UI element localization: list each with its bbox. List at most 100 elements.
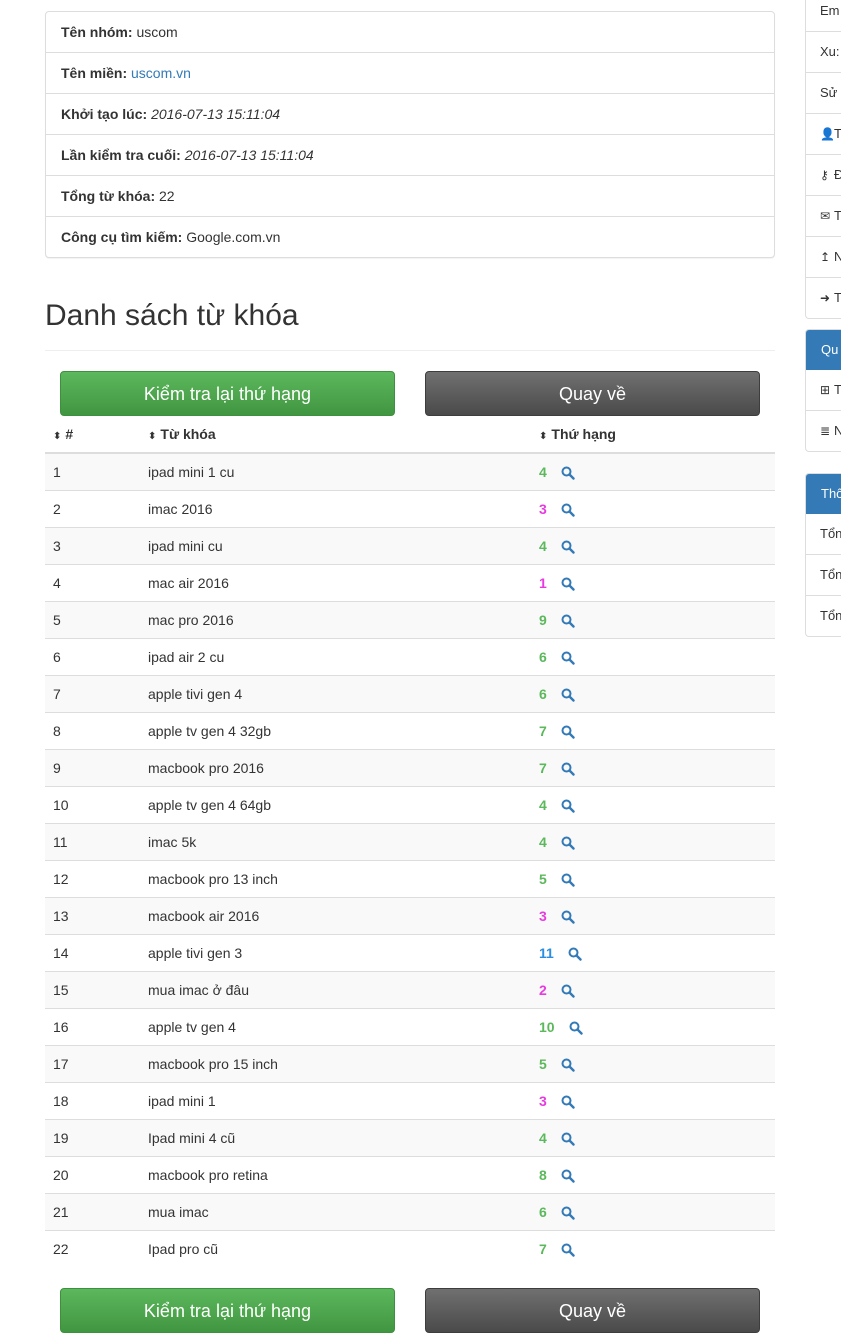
key-icon: ⚷ [820,168,829,182]
header-number-label: # [65,426,74,442]
search-icon[interactable] [561,984,575,998]
account-panel: EmXu:Sử d👤T⚷Đ✉T↥N➜T [805,0,841,319]
back-button-top[interactable]: Quay về [425,371,760,416]
rank-value: 4 [539,1129,547,1146]
info-row-group: Tên nhóm: uscom [46,12,774,52]
group-info-panel: Tên nhóm: uscom Tên miền: uscom.vn Khởi … [45,11,775,258]
user-icon: 👤 [820,127,835,141]
info-row-total: Tổng từ khóa: 22 [46,175,774,216]
row-number: 14 [45,934,140,972]
sidebar-item[interactable]: 👤T [806,113,841,154]
info-row-lastcheck: Lần kiểm tra cuối: 2016-07-13 15:11:04 [46,134,774,175]
row-number: 16 [45,1008,140,1046]
sort-icon: ⬍ [148,431,157,442]
search-icon[interactable] [561,651,575,665]
page-title: Danh sách từ khóa [45,299,299,332]
row-rank-cell: 1 [531,564,775,602]
row-keyword: apple tivi gen 3 [140,934,531,972]
search-icon[interactable] [561,725,575,739]
search-icon[interactable] [561,1095,575,1109]
search-icon[interactable] [568,947,582,961]
sidebar-item[interactable]: Sử d [806,72,841,113]
search-icon[interactable] [561,1169,575,1183]
row-keyword: mac pro 2016 [140,601,531,639]
row-rank-cell: 8 [531,1156,775,1194]
sidebar-item[interactable]: ➜T [806,277,841,318]
sidebar-item[interactable]: Xu: [806,31,841,72]
sign-out-icon: ➜ [820,291,831,305]
sort-icon: ⬍ [53,431,62,442]
domain-link[interactable]: uscom.vn [131,65,191,81]
search-icon[interactable] [561,910,575,924]
sidebar-item[interactable]: ✉T [806,195,841,236]
row-keyword: ipad mini 1 [140,1082,531,1120]
search-icon[interactable] [561,873,575,887]
search-icon[interactable] [561,1206,575,1220]
table-row: 16 apple tv gen 4 10 [45,1008,775,1046]
row-number: 21 [45,1193,140,1231]
search-icon[interactable] [561,1132,575,1146]
lastcheck-value: 2016-07-13 15:11:04 [184,147,314,163]
row-keyword: ipad air 2 cu [140,638,531,676]
search-icon[interactable] [561,577,575,591]
search-icon[interactable] [561,836,575,850]
sidebar-item[interactable]: Tổn [806,595,841,636]
search-icon[interactable] [561,1243,575,1257]
row-rank-cell: 3 [531,897,775,935]
row-number: 13 [45,897,140,935]
recheck-rank-button-bottom[interactable]: Kiểm tra lại thứ hạng [60,1288,395,1333]
header-rank[interactable]: ⬍ Thứ hạng [531,416,775,454]
row-number: 12 [45,860,140,898]
sidebar-item[interactable]: Em [806,0,841,31]
row-number: 1 [45,452,140,491]
total-label: Tổng từ khóa: [61,188,156,204]
search-icon[interactable] [561,799,575,813]
table-row: 10 apple tv gen 4 64gb 4 [45,786,775,824]
search-icon[interactable] [561,503,575,517]
header-keyword[interactable]: ⬍ Từ khóa [140,416,531,454]
search-icon[interactable] [561,762,575,776]
row-rank-cell: 11 [531,934,775,972]
search-icon[interactable] [561,540,575,554]
manage-items: ⊞T≣N [806,370,841,451]
table-header-row: ⬍ # ⬍ Từ khóa ⬍ Thứ hạng [45,416,775,454]
row-rank-cell: 6 [531,675,775,713]
back-button-bottom[interactable]: Quay về [425,1288,760,1333]
stats-panel: Thô Tổn Tổn Tổn [805,473,841,637]
sidebar-item-label: Sử d [820,85,841,100]
row-rank-cell: 4 [531,452,775,491]
sidebar-item[interactable]: ⊞T [806,370,841,410]
sidebar-item-label: T [834,126,841,141]
row-number: 9 [45,749,140,787]
engine-label: Công cụ tìm kiếm: [61,229,183,245]
search-icon[interactable] [561,614,575,628]
rank-value: 6 [539,685,547,702]
row-rank-cell: 3 [531,1082,775,1120]
search-icon[interactable] [561,688,575,702]
rank-value: 4 [539,833,547,850]
group-label: Tên nhóm: [61,24,133,40]
row-number: 19 [45,1119,140,1157]
rank-value: 4 [539,537,547,554]
sidebar-item-label: Em [820,3,840,18]
row-keyword: mua imac ở đâu [140,971,531,1009]
search-icon[interactable] [569,1021,583,1035]
sidebar-item[interactable]: ↥N [806,236,841,277]
row-rank-cell: 9 [531,601,775,639]
recheck-rank-button-top[interactable]: Kiểm tra lại thứ hạng [60,371,395,416]
row-rank-cell: 4 [531,1119,775,1157]
sidebar-item[interactable]: Tổn [806,514,841,554]
row-keyword: macbook pro 13 inch [140,860,531,898]
rank-value: 3 [539,907,547,924]
rank-value: 4 [539,796,547,813]
sidebar-item-label: N [834,423,841,438]
search-icon[interactable] [561,466,575,480]
sidebar-item[interactable]: ≣N [806,410,841,451]
header-number[interactable]: ⬍ # [45,416,140,454]
sidebar-item[interactable]: ⚷Đ [806,154,841,195]
manage-panel-title: Qu [806,330,841,370]
rank-value: 7 [539,759,547,776]
sidebar-item-label: Tổn [820,526,841,541]
sidebar-item[interactable]: Tổn [806,554,841,595]
search-icon[interactable] [561,1058,575,1072]
